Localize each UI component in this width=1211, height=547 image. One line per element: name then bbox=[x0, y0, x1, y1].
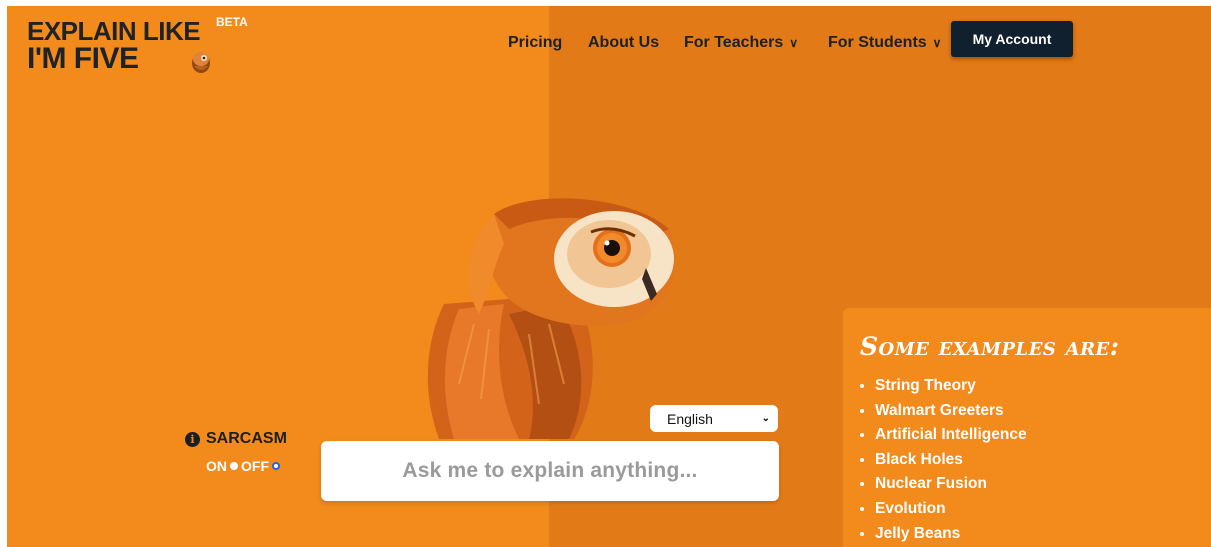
page-canvas: EXPLAIN LIKE I'M FIVE BETA Pricing About… bbox=[7, 6, 1211, 547]
example-item[interactable]: Artificial Intelligence bbox=[875, 423, 1027, 448]
language-select-value: English bbox=[667, 410, 713, 427]
nav-pricing[interactable]: Pricing bbox=[508, 34, 562, 52]
sarcasm-toggle: ON OFF bbox=[206, 458, 283, 474]
top-navigation: Pricing About Us For Teachers ∨ For Stude… bbox=[7, 6, 1211, 66]
explain-input[interactable]: Ask me to explain anything... bbox=[321, 441, 779, 501]
example-item[interactable]: Jelly Beans bbox=[875, 522, 1027, 547]
example-item[interactable]: Evolution bbox=[875, 497, 1027, 522]
nav-pricing-label: Pricing bbox=[508, 34, 563, 51]
owl-illustration bbox=[427, 198, 675, 439]
sarcasm-off-label: OFF bbox=[241, 458, 269, 474]
examples-list: String Theory Walmart Greeters Artificia… bbox=[855, 374, 1027, 546]
example-item[interactable]: String Theory bbox=[875, 374, 1027, 399]
example-item[interactable]: Black Holes bbox=[875, 448, 1027, 473]
sarcasm-off-radio[interactable] bbox=[272, 462, 280, 470]
sarcasm-on-radio[interactable] bbox=[230, 462, 238, 470]
nav-for-students-label: For Students bbox=[828, 34, 927, 51]
chevron-down-icon: ⌄ bbox=[761, 413, 770, 424]
language-select[interactable]: English ⌄ bbox=[650, 405, 778, 432]
sarcasm-label: i SARCASM bbox=[185, 430, 287, 448]
sarcasm-on-label: ON bbox=[206, 458, 227, 474]
nav-for-teachers-label: For Teachers bbox=[684, 34, 784, 51]
nav-about-us[interactable]: About Us bbox=[588, 34, 659, 52]
my-account-button[interactable]: My Account bbox=[951, 21, 1073, 57]
example-item[interactable]: Nuclear Fusion bbox=[875, 472, 1027, 497]
nav-about-us-label: About Us bbox=[588, 34, 660, 51]
examples-panel: Some examples are: String Theory Walmart… bbox=[843, 308, 1211, 547]
examples-heading: Some examples are: bbox=[860, 332, 1120, 361]
info-icon[interactable]: i bbox=[185, 431, 200, 447]
nav-for-students[interactable]: For Students ∨ bbox=[828, 34, 941, 52]
example-item[interactable]: Walmart Greeters bbox=[875, 399, 1027, 424]
chevron-down-icon: ∨ bbox=[789, 36, 799, 50]
sarcasm-label-text: SARCASM bbox=[206, 430, 287, 447]
chevron-down-icon: ∨ bbox=[932, 36, 942, 50]
nav-for-teachers[interactable]: For Teachers ∨ bbox=[684, 34, 798, 52]
